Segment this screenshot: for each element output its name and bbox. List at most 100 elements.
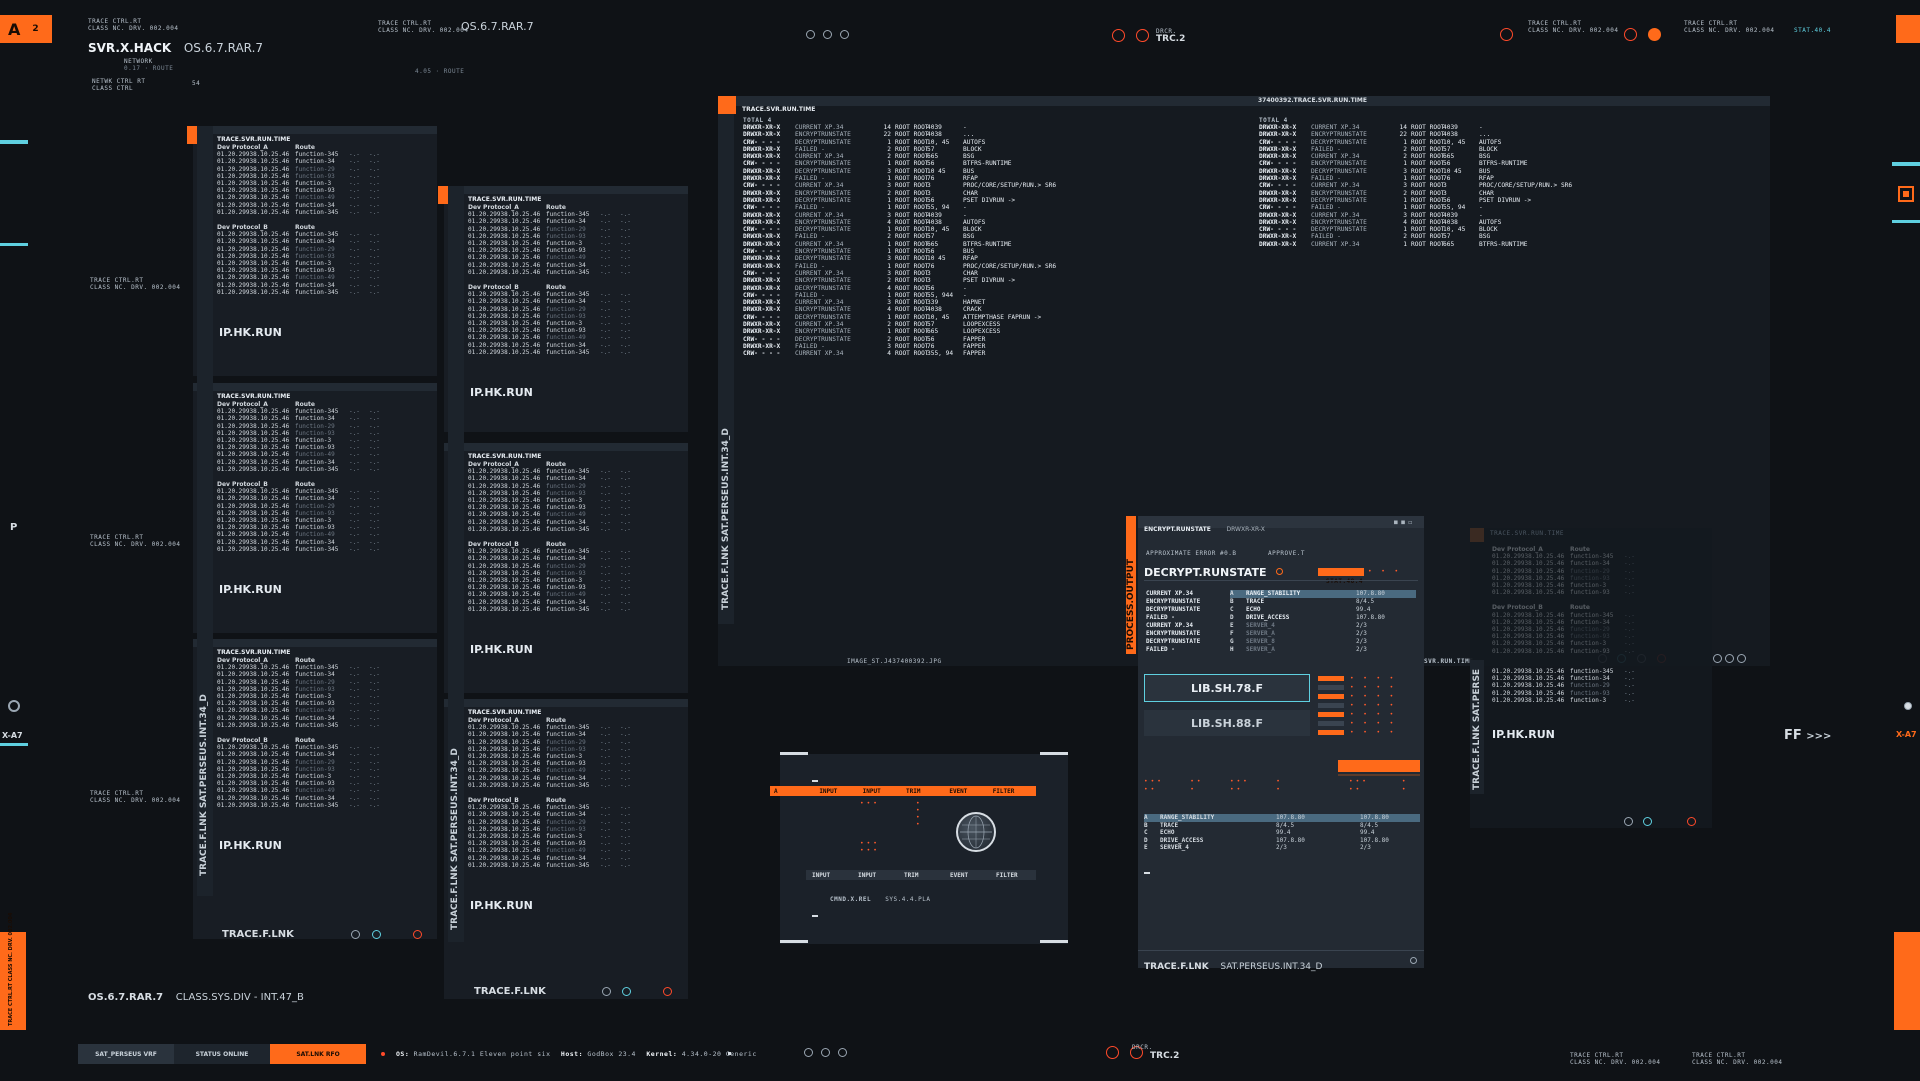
cmd-tab-bottom[interactable]: INPUT bbox=[852, 872, 898, 879]
route-row[interactable]: 01.20.29938.10.25.46 function-34 -.- -.- bbox=[468, 599, 640, 606]
route-row[interactable]: 01.20.29938.10.25.46 function-93 -.- -.- bbox=[217, 444, 389, 451]
route-row[interactable]: 01.20.29938.10.25.46 function-3 -.- -.- bbox=[217, 773, 389, 780]
route-row[interactable]: 01.20.29938.10.25.46 function-93 -.- -.- bbox=[468, 490, 640, 497]
right-orange-square[interactable] bbox=[1898, 186, 1914, 202]
bottom-trc-toggle-1[interactable] bbox=[1106, 1046, 1119, 1059]
decrypt-bottom-row[interactable]: C ECHO 99.4 99.4 bbox=[1144, 829, 1420, 837]
route-row[interactable]: 01.20.29938.10.25.46 function-93 -.- -.- bbox=[468, 584, 640, 591]
route-row[interactable]: 01.20.29938.10.25.46 function-49 -.- -.- bbox=[468, 591, 640, 598]
trace-row[interactable]: CRW- - - - DECRYPTRUNSTATE 1 ROOT ROOT 10, 4… bbox=[743, 226, 1056, 233]
right-top-dot-2[interactable] bbox=[1624, 28, 1637, 41]
col2-footer-dot-3[interactable] bbox=[663, 987, 672, 996]
route-row[interactable]: 01.20.29938.10.25.46 function-345 -.- -.- bbox=[217, 802, 389, 809]
trace-row[interactable]: DRWXR-XR-X FAILED - 2 ROOT ROOT 57 BSG bbox=[743, 233, 1056, 240]
decrypt-table-row[interactable]: A RANGE_STABILITY 107.8.80 bbox=[1230, 590, 1416, 598]
trace-panel-orange-square[interactable] bbox=[718, 96, 736, 114]
route-row[interactable]: 01.20.29938.10.25.46 function-93 -.- -.- bbox=[217, 253, 389, 260]
trace-row[interactable]: DRWXR-XR-X FAILED - 2 ROOT ROOT 57 BSG bbox=[1259, 233, 1572, 240]
route-row[interactable]: 01.20.29938.10.25.46 function-345 -.- -.- bbox=[468, 291, 640, 298]
col1-footer-dot-2[interactable] bbox=[372, 930, 381, 939]
right-panel-dot-2[interactable] bbox=[1643, 817, 1652, 826]
right-edge-dot[interactable] bbox=[1904, 702, 1912, 710]
trace-row[interactable]: DRWXR-XR-X DECRYPTRUNSTATE 1 ROOT ROOT 56 PSE… bbox=[743, 197, 1056, 204]
bottom-dot-1[interactable] bbox=[804, 1048, 813, 1057]
trace-row[interactable]: DRWXR-XR-X ENCRYPTRUNSTATE 4 ROOT ROOT 4038 C… bbox=[743, 306, 1056, 313]
right-panel-dot-1[interactable] bbox=[1624, 817, 1633, 826]
route-row[interactable]: 01.20.29938.10.25.46 function-345 -.- -.- bbox=[217, 466, 389, 473]
route-row[interactable]: 01.20.29938.10.25.46 function-345 -.- bbox=[1492, 553, 1644, 560]
cmd-tab[interactable]: TRIM bbox=[906, 788, 949, 795]
route-row[interactable]: 01.20.29938.10.25.46 function-345 -.- -.- bbox=[217, 408, 389, 415]
trace-row[interactable]: DRWXR-XR-X CURRENT XP.34 1 ROOT ROOT 665 BTFR… bbox=[1259, 241, 1572, 248]
decrypt-table-row[interactable]: C ECHO 99.4 bbox=[1230, 606, 1416, 614]
cmd-tab-bottom[interactable]: TRIM bbox=[898, 872, 944, 879]
trc-toggle-2[interactable] bbox=[1136, 29, 1149, 42]
route-row[interactable]: 01.20.29938.10.25.46 function-3 -.- -.- bbox=[217, 517, 389, 524]
bottom-tab-sat-lnk[interactable]: SAT.LNK RFO bbox=[270, 1044, 366, 1064]
route-row[interactable]: 01.20.29938.10.25.46 function-93 -.- -.- bbox=[217, 524, 389, 531]
decrypt-window-controls[interactable]: ■ ■ ◻ bbox=[1394, 519, 1412, 526]
trace-row[interactable]: DRWXR-XR-X FAILED - 2 ROOT ROOT 57 BLOCK bbox=[743, 146, 1056, 153]
globe-icon[interactable] bbox=[956, 812, 996, 852]
route-row[interactable]: 01.20.29938.10.25.46 function-29 -.- -.- bbox=[468, 819, 640, 826]
route-row[interactable]: 01.20.29938.10.25.46 function-29 -.- -.- bbox=[468, 563, 640, 570]
route-row[interactable]: 01.20.29938.10.25.46 function-34 -.- bbox=[1492, 619, 1644, 626]
route-row[interactable]: 01.20.29938.10.25.46 function-345 -.- -.- bbox=[468, 468, 640, 475]
trace-row[interactable]: CRW- - - - CURRENT XP.34 4 ROOT ROOT 355, 94… bbox=[743, 350, 1056, 357]
trace-row[interactable]: DRWXR-XR-X CURRENT XP.34 1 ROOT ROOT 665 BTFR… bbox=[743, 241, 1056, 248]
col2-footer-dot-2[interactable] bbox=[622, 987, 631, 996]
route-row[interactable]: 01.20.29938.10.25.46 function-3 -.- -.- bbox=[468, 497, 640, 504]
app-logo-badge[interactable]: A 2 bbox=[0, 15, 52, 43]
decrypt-bottom-row[interactable]: B TRACE 8/4.5 8/4.5 bbox=[1144, 822, 1420, 830]
route-row[interactable]: 01.20.29938.10.25.46 function-93 -.- -.- bbox=[217, 766, 389, 773]
trace-dot-5[interactable] bbox=[1713, 654, 1722, 663]
right-top-dot-3[interactable] bbox=[1648, 28, 1661, 41]
route-row[interactable]: 01.20.29938.10.25.46 function-93 -.- -.- bbox=[468, 504, 640, 511]
route-row[interactable]: 01.20.29938.10.25.46 function-93 -.- bbox=[1492, 575, 1644, 582]
col1-footer-dot-1[interactable] bbox=[351, 930, 360, 939]
route-row[interactable]: 01.20.29938.10.25.46 function-345 -.- -.- bbox=[468, 526, 640, 533]
route-row[interactable]: 01.20.29938.10.25.46 function-29 -.- bbox=[1492, 568, 1644, 575]
route-row[interactable]: 01.20.29938.10.25.46 function-49 -.- -.- bbox=[217, 451, 389, 458]
decrypt-status-tag[interactable]: STAT.40.4 bbox=[1318, 568, 1364, 585]
route-row[interactable]: 01.20.29938.10.25.46 function-93 -.- -.- bbox=[217, 510, 389, 517]
cmd-tab[interactable]: INPUT bbox=[863, 788, 906, 795]
top-dot-1[interactable] bbox=[806, 30, 815, 39]
route-row[interactable]: 01.20.29938.10.25.46 function-49 -.- -.- bbox=[217, 194, 389, 201]
cmd-tab[interactable]: INPUT bbox=[819, 788, 862, 795]
trace-row[interactable]: DRWXR-XR-X CURRENT XP.34 2 ROOT ROOT 57 LOOPE… bbox=[743, 321, 1056, 328]
trace-row[interactable]: DRWXR-XR-X CURRENT XP.34 3 ROOT ROOT 339 HAPN… bbox=[743, 299, 1056, 306]
trace-row[interactable]: CRW- - - - CURRENT XP.34 3 ROOT ROOT 3 PROC/C… bbox=[743, 182, 1056, 189]
route-row[interactable]: 01.20.29938.10.25.46 function-93 -.- -.- bbox=[468, 840, 640, 847]
trc-toggle-1[interactable] bbox=[1112, 29, 1125, 42]
decrypt-footer-dot[interactable] bbox=[1410, 957, 1417, 964]
route-row[interactable]: 01.20.29938.10.25.46 function-3 -.- -.- bbox=[217, 180, 389, 187]
route-row[interactable]: 01.20.29938.10.25.46 function-345 -.- -.- bbox=[468, 548, 640, 555]
route-row[interactable]: 01.20.29938.10.25.46 function-49 -.- -.- bbox=[217, 787, 389, 794]
route-row[interactable]: 01.20.29938.10.25.46 function-345 -.- -.- bbox=[217, 546, 389, 553]
right-bottom-tab[interactable] bbox=[1894, 932, 1920, 1030]
trace-row[interactable]: DRWXR-XR-X ENCRYPTRUNSTATE 2 ROOT ROOT 3 PSET… bbox=[743, 277, 1056, 284]
route-row[interactable]: 01.20.29938.10.25.46 function-345 -.- -.- bbox=[468, 724, 640, 731]
decrypt-table-row[interactable]: D DRIVE_ACCESS 107.8.80 bbox=[1230, 614, 1416, 622]
top-dot-3[interactable] bbox=[840, 30, 849, 39]
route-row[interactable]: 01.20.29938.10.25.46 function-3 -.- bbox=[1492, 582, 1644, 589]
trace-row[interactable]: CRW- - - - DECRYPTRUNSTATE 2 ROOT ROOT 56 FAP… bbox=[743, 336, 1056, 343]
cmd-tab[interactable]: FILTER bbox=[993, 788, 1036, 795]
route-row[interactable]: 01.20.29938.10.25.46 function-345 -.- -.- bbox=[217, 488, 389, 495]
decrypt-table-row[interactable]: E SERVER_4 2/3 bbox=[1230, 622, 1416, 630]
trace-row[interactable]: DRWXR-XR-X ENCRYPTRUNSTATE 1 ROOT ROOT 665 LO… bbox=[743, 328, 1056, 335]
route-row[interactable]: 01.20.29938.10.25.46 function-93 -.- -.- bbox=[468, 570, 640, 577]
trace-row[interactable]: CRW- - - - DECRYPTRUNSTATE 1 ROOT ROOT 10, 4… bbox=[743, 139, 1056, 146]
trace-row[interactable]: CRW- - - - CURRENT XP.34 3 ROOT ROOT 3 CHAR bbox=[743, 270, 1056, 277]
route-row[interactable]: 01.20.29938.10.25.46 function-34 -.- -.- bbox=[217, 459, 389, 466]
route-row[interactable]: 01.20.29938.10.25.46 function-49 -.- -.- bbox=[468, 767, 640, 774]
trace-row[interactable]: DRWXR-XR-X ENCRYPTRUNSTATE 2 ROOT ROOT 3 CHAR bbox=[743, 190, 1056, 197]
trace-row[interactable]: DRWXR-XR-X FAILED - 2 ROOT ROOT 57 BLOCK bbox=[1259, 146, 1572, 153]
route-row[interactable]: 01.20.29938.10.25.46 function-3 -.- -.- bbox=[468, 577, 640, 584]
route-row[interactable]: 01.20.29938.10.25.46 function-3 -.- bbox=[1492, 640, 1644, 647]
route-row[interactable]: 01.20.29938.10.25.46 function-34 -.- -.- bbox=[468, 811, 640, 818]
trace-row[interactable]: DRWXR-XR-X ENCRYPTRUNSTATE 22 ROOT ROOT 4038… bbox=[1259, 131, 1572, 138]
trace-row[interactable]: DRWXR-XR-X FAILED - 1 ROOT ROOT 76 RFAP bbox=[1259, 175, 1572, 182]
route-row[interactable]: 01.20.29938.10.25.46 function-93 -.- bbox=[1492, 589, 1644, 596]
